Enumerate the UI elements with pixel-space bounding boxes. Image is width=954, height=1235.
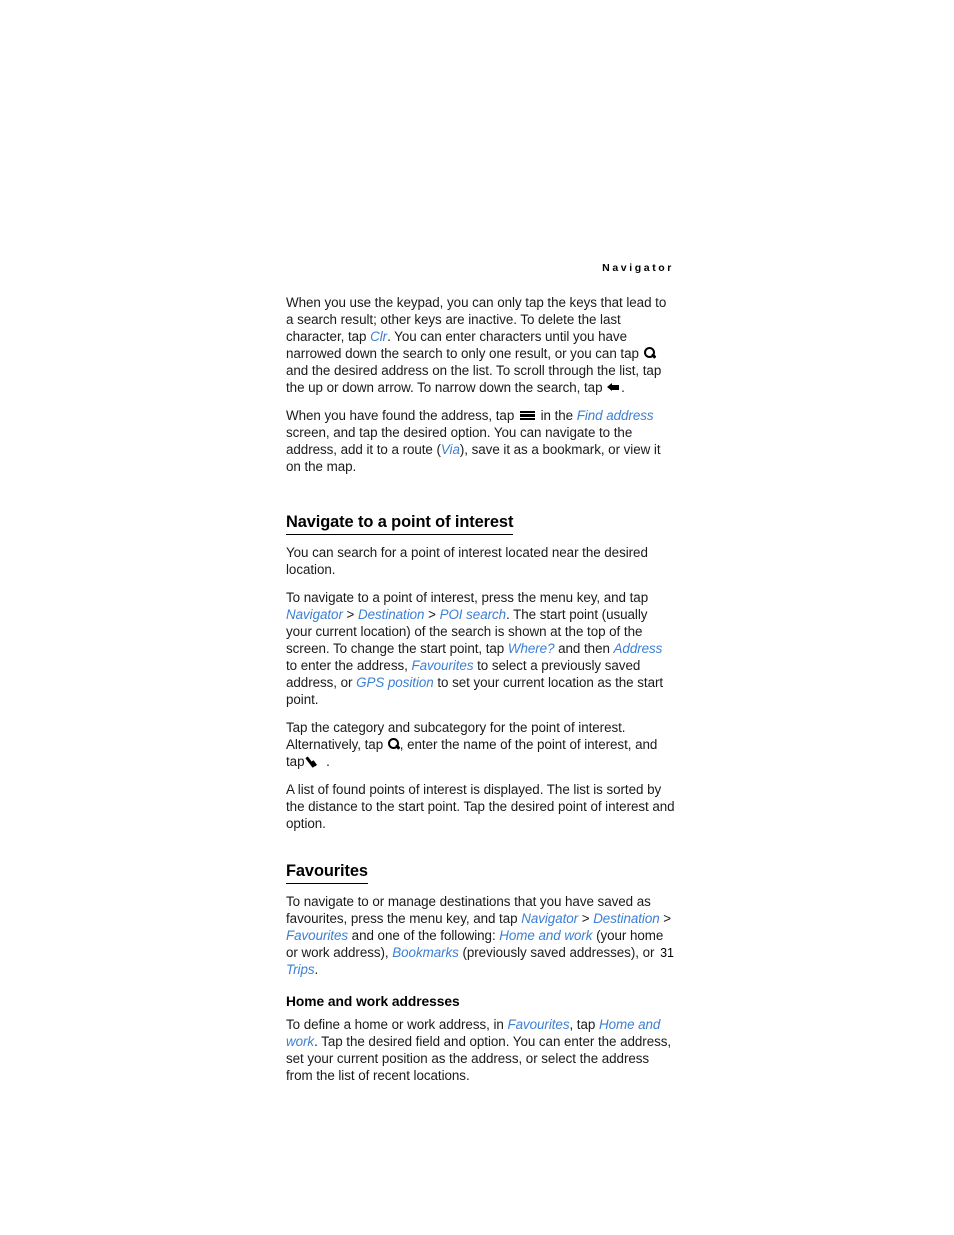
text-segment: To navigate to a point of interest, pres… <box>286 590 649 605</box>
menu-icon <box>519 410 535 421</box>
ui-reference-favourites: Favourites <box>411 658 474 673</box>
ui-reference-trips: Trips <box>286 962 315 977</box>
text-segment: and one of the following: <box>348 928 500 943</box>
text-segment: . <box>326 754 330 769</box>
left-arrow-icon <box>607 382 620 393</box>
ui-reference-navigator: Navigator <box>521 911 579 926</box>
check-icon <box>304 755 324 768</box>
section-heading-wrap: Favourites <box>286 843 676 893</box>
ui-reference-clr: Clr <box>370 329 388 344</box>
separator: > <box>578 911 594 926</box>
paragraph-category-subcategory: Tap the category and subcategory for the… <box>286 719 676 770</box>
ui-reference-navigator: Navigator <box>286 607 343 622</box>
ui-reference-destination: Destination <box>357 607 425 622</box>
ui-reference-poi-search: POI search <box>439 607 507 622</box>
section-heading-navigate-poi: Navigate to a point of interest <box>286 512 513 535</box>
section-heading-wrap: Navigate to a point of interest <box>286 494 676 544</box>
paragraph-favourites-steps: To navigate to or manage destinations th… <box>286 893 676 978</box>
text-segment: . Tap the desired field and option. You … <box>286 1034 672 1083</box>
separator: > <box>659 911 672 926</box>
text-segment: to enter the address, <box>286 658 412 673</box>
text-segment: To define a home or work address, in <box>286 1017 508 1032</box>
subsection-heading-home-work-addresses: Home and work addresses <box>286 994 460 1009</box>
ui-reference-home-and-work: Home and work <box>499 928 593 943</box>
text-segment: , tap <box>569 1017 599 1032</box>
search-icon <box>643 347 656 360</box>
ui-reference-destination: Destination <box>593 911 660 926</box>
text-segment: . <box>621 380 625 395</box>
paragraph-keypad-search: When you use the keypad, you can only ta… <box>286 294 676 396</box>
text-segment: in the <box>536 408 577 423</box>
ui-reference-favourites: Favourites <box>286 928 349 943</box>
ui-reference-favourites: Favourites <box>507 1017 570 1032</box>
text-segment: . <box>314 962 319 977</box>
paragraph-poi-intro: You can search for a point of interest l… <box>286 545 648 577</box>
ui-reference-gps-position: GPS position <box>356 675 434 690</box>
text-segment: and then <box>554 641 614 656</box>
ui-reference-address: Address <box>613 641 663 656</box>
paragraph-poi-list: A list of found points of interest is di… <box>286 782 675 831</box>
text-segment: and the desired address on the list. To … <box>286 363 662 395</box>
document-page: Navigator When you use the keypad, you c… <box>0 0 954 1235</box>
page-number: 31 <box>660 946 674 960</box>
running-header: Navigator <box>602 262 674 274</box>
text-column: When you use the keypad, you can only ta… <box>286 294 676 1095</box>
paragraph-poi-steps: To navigate to a point of interest, pres… <box>286 589 676 708</box>
ui-reference-via: Via <box>440 442 460 457</box>
section-heading-favourites: Favourites <box>286 861 368 884</box>
ui-reference-find-address: Find address <box>576 408 654 423</box>
separator: > <box>424 607 440 622</box>
paragraph-define-home-work: To define a home or work address, in Fav… <box>286 1016 676 1084</box>
search-icon <box>387 738 401 751</box>
ui-reference-where: Where? <box>507 641 555 656</box>
separator: > <box>342 607 358 622</box>
text-segment: When you have found the address, tap <box>286 408 518 423</box>
paragraph-found-address: When you have found the address, tap in … <box>286 407 676 475</box>
